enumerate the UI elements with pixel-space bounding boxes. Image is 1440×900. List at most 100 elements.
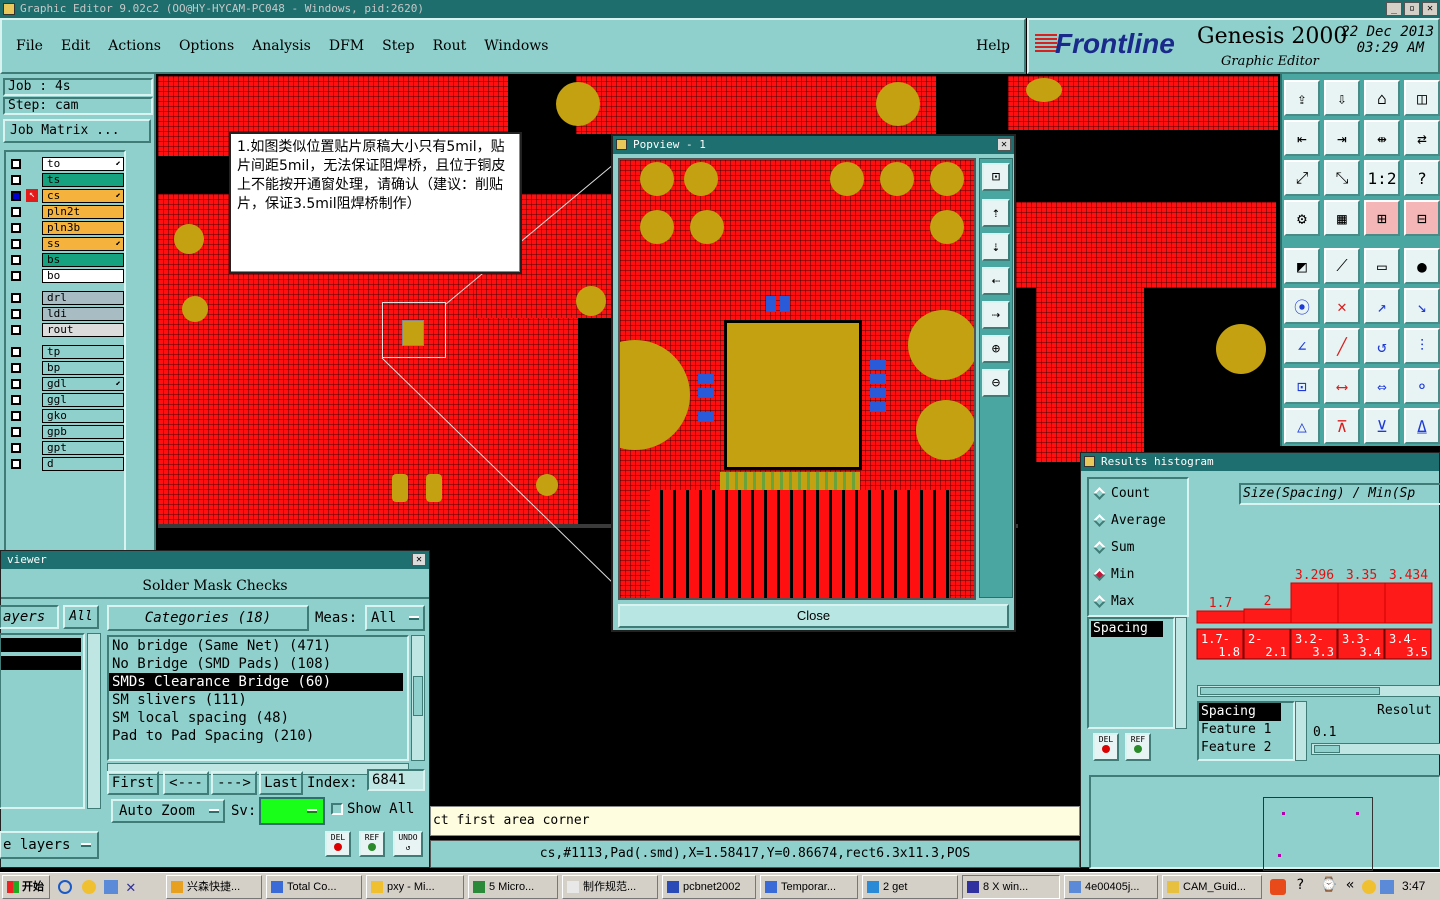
histogram-bar[interactable] <box>1243 608 1292 624</box>
taskbar-item[interactable]: pcbnet2002 <box>662 875 756 899</box>
popview-close-button[interactable]: Close <box>618 604 1009 628</box>
delete-icon[interactable]: ✕ <box>1324 288 1360 324</box>
layer-name[interactable]: bs <box>42 253 124 267</box>
layer-checkbox[interactable] <box>11 159 21 169</box>
category-list-scrollbar[interactable] <box>411 635 425 761</box>
undo-button[interactable]: UNDO ↺ <box>393 831 423 857</box>
layer-row-bp[interactable]: bp <box>6 360 124 376</box>
taskbar-item[interactable]: Temporar... <box>760 875 858 899</box>
layer-row-gko[interactable]: gko <box>6 408 124 424</box>
popview-close-icon[interactable]: ✕ <box>997 138 1011 151</box>
pan-right-icon[interactable]: ⇥ <box>1324 120 1360 156</box>
layer-checkbox[interactable] <box>11 271 21 281</box>
layer-select-list[interactable] <box>0 633 85 809</box>
draw-line-icon[interactable]: ⟋ <box>1324 248 1360 284</box>
option-count[interactable]: Count <box>1093 485 1150 503</box>
last-button[interactable]: Last <box>259 771 303 795</box>
histogram-bar[interactable] <box>1196 610 1245 624</box>
layer-checkbox[interactable] <box>11 395 21 405</box>
layer-name[interactable]: gpt <box>42 441 124 455</box>
fit-window-icon[interactable]: ⇪ <box>1284 80 1320 116</box>
menu-dfm[interactable]: DFM <box>329 38 364 54</box>
ref-button[interactable]: REF <box>359 831 385 857</box>
arc-a-icon[interactable]: ⊼ <box>1324 408 1360 444</box>
category-item[interactable]: Pad to Pad Spacing (210) <box>109 727 407 745</box>
help-icon[interactable]: ? <box>1404 160 1440 196</box>
histogram-ref-button[interactable]: REF <box>1125 733 1151 761</box>
popview-zoom-home-icon[interactable]: ⊡ <box>982 163 1010 191</box>
menu-step[interactable]: Step <box>382 38 414 54</box>
viewer-close-icon[interactable]: ✕ <box>412 553 426 566</box>
layer-row-tp[interactable]: tp <box>6 344 124 360</box>
rotate-icon[interactable]: ↺ <box>1364 328 1400 364</box>
ie-icon[interactable] <box>58 880 72 894</box>
pan-left-icon[interactable]: ⇤ <box>1284 120 1320 156</box>
histogram-bar[interactable] <box>1290 582 1339 624</box>
maximize-button[interactable]: ▫ <box>1404 2 1420 16</box>
categories-button[interactable]: Categories (18) <box>107 605 309 631</box>
histogram-bar[interactable] <box>1337 582 1386 624</box>
tray-expand-icon[interactable]: « <box>1346 877 1354 893</box>
layer-name[interactable]: bp <box>42 361 124 375</box>
layer-name[interactable]: ggl <box>42 393 124 407</box>
attribute-list-scrollbar[interactable] <box>1175 617 1187 729</box>
x-icon[interactable]: ✕ <box>126 877 136 896</box>
layer-checkbox[interactable] <box>11 427 21 437</box>
menu-file[interactable]: File <box>16 38 43 54</box>
menu-windows[interactable]: Windows <box>484 38 548 54</box>
category-item[interactable]: No Bridge (SMD Pads) (108) <box>109 655 407 673</box>
zoom-home-icon[interactable]: ⇩ <box>1324 80 1360 116</box>
histogram-bar[interactable] <box>1384 582 1433 624</box>
auto-zoom-dropdown[interactable]: Auto Zoom <box>111 799 225 823</box>
layer-name[interactable]: gko <box>42 409 124 423</box>
popview-pan-right-icon[interactable]: ⇢ <box>982 301 1010 329</box>
tray-icon[interactable] <box>1380 880 1394 894</box>
layer-name[interactable]: rout <box>42 323 124 337</box>
layer-checkbox[interactable] <box>11 443 21 453</box>
layer-name[interactable]: ts <box>42 173 124 187</box>
category-item[interactable]: No bridge (Same Net) (471) <box>109 637 407 655</box>
layer-checkbox[interactable] <box>11 191 21 201</box>
option-max[interactable]: Max <box>1093 593 1134 611</box>
e-layers-dropdown[interactable]: e layers <box>0 831 99 859</box>
popview-pan-down-icon[interactable]: ⇣ <box>982 233 1010 261</box>
layer-row-d[interactable]: d <box>6 456 124 472</box>
zoom-out-icon[interactable]: ⇹ <box>1364 120 1400 156</box>
popview-pan-left-icon[interactable]: ⇠ <box>982 267 1010 295</box>
settings-icon[interactable]: ⚙ <box>1284 200 1320 236</box>
attribute-item[interactable]: Spacing <box>1199 703 1281 721</box>
select-pad-icon[interactable]: ◩ <box>1284 248 1320 284</box>
move-icon[interactable]: ↗ <box>1364 288 1400 324</box>
first-button[interactable]: First <box>107 771 159 795</box>
layer-row-drl[interactable]: drl <box>6 290 124 306</box>
layer-name[interactable]: d <box>42 457 124 471</box>
measure-icon[interactable]: ⊡ <box>1284 368 1320 404</box>
attribute-item-spacing[interactable]: Spacing <box>1091 621 1163 637</box>
split-view-icon[interactable]: ◫ <box>1404 80 1440 116</box>
layer-name[interactable]: pln3b <box>42 221 124 235</box>
category-item[interactable]: SM local spacing (48) <box>109 709 407 727</box>
attribute-item[interactable]: Feature 1 <box>1199 721 1293 739</box>
taskbar-item[interactable]: CAM_Guid... <box>1162 875 1262 899</box>
layer-row-gpt[interactable]: gpt <box>6 440 124 456</box>
layer-checkbox[interactable] <box>11 411 21 421</box>
close-icon[interactable]: ✕ <box>1422 2 1438 16</box>
layer-checkbox[interactable] <box>11 325 21 335</box>
layer-row-bs[interactable]: bs <box>6 252 124 268</box>
layer-name[interactable]: ldi <box>42 307 124 321</box>
layer-display-a-icon[interactable]: ⊞ <box>1364 200 1400 236</box>
layer-name[interactable]: pln2t <box>42 205 124 219</box>
layer-name[interactable]: gpb <box>42 425 124 439</box>
layer-checkbox[interactable] <box>11 223 21 233</box>
distance-icon[interactable]: ⟷ <box>1324 368 1360 404</box>
snap-icon[interactable]: ⦿ <box>1284 288 1320 324</box>
layer-checkbox[interactable] <box>11 379 21 389</box>
attribute-item[interactable]: Feature 2 <box>1199 739 1293 757</box>
popview-zoom-in-icon[interactable]: ⊕ <box>982 335 1010 363</box>
quicklaunch-icon[interactable] <box>104 880 118 894</box>
tray-icon[interactable] <box>1362 880 1376 894</box>
layer-row-gpb[interactable]: gpb <box>6 424 124 440</box>
menu-options[interactable]: Options <box>179 38 234 54</box>
scale-one-two-icon[interactable]: 1:2 <box>1364 160 1400 196</box>
ruler-icon[interactable]: ▭ <box>1364 248 1400 284</box>
